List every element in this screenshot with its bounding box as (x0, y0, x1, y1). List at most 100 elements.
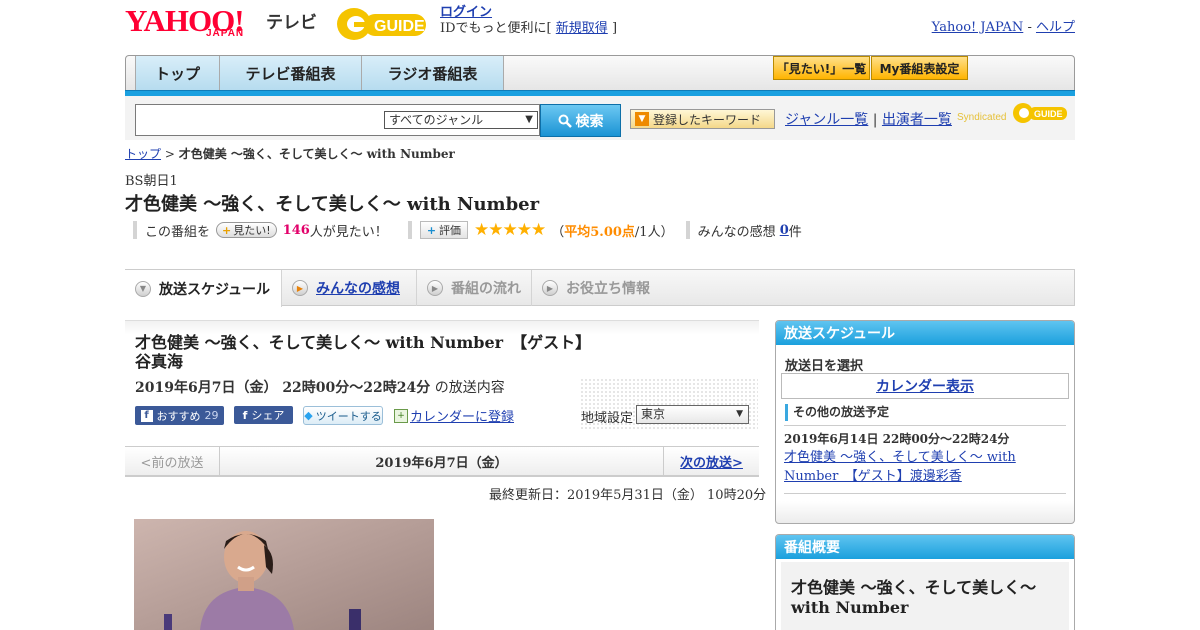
calendar-register[interactable]: + カレンダーに登録 (394, 406, 514, 425)
genre-select-value: すべてのジャンル (389, 113, 484, 127)
g-guide-small-logo: GUIDE (1012, 102, 1068, 124)
login-note-end: ] (611, 21, 618, 36)
reviews-count-link[interactable]: 0 (780, 223, 789, 238)
reviews-label: みんなの感想 (697, 224, 776, 240)
next-broadcast-label: 次の放送> (680, 456, 743, 471)
breadcrumb-separator: > (164, 147, 175, 161)
tab-broadcast-schedule[interactable]: ▼ 放送スケジュール (125, 270, 282, 307)
yahoo-japan-logo-sub: JAPAN (206, 28, 245, 39)
other-broadcast-date: 2019年6月14日 22時00分～22時24分 (784, 432, 1010, 446)
facebook-share-button[interactable]: f シェア (234, 406, 293, 424)
genre-list-link[interactable]: ジャンル一覧 (785, 112, 868, 128)
mitai-button[interactable]: + 見たい! (216, 222, 277, 238)
other-broadcast-link[interactable]: 才色健美 ～強く、そして美しく～ with Number 【ゲスト】渡邊彩香 (784, 448, 1024, 486)
sidebar-schedule-heading: 放送スケジュール (776, 321, 1074, 345)
select-date-label: 放送日を選択 (785, 359, 864, 374)
prev-broadcast-button[interactable]: <前の放送 (125, 447, 220, 476)
other-broadcast-title: 才色健美 ～強く、そして美しく～ with Number 【ゲスト】渡邊彩香 (784, 450, 1016, 484)
this-program-label: この番組を (145, 224, 211, 240)
yahoo-japan-link[interactable]: Yahoo! JAPAN (932, 20, 1024, 35)
breadcrumb-top-link[interactable]: トップ (125, 147, 161, 161)
facebook-count: 29 (204, 409, 219, 422)
facebook-icon: f (242, 408, 248, 422)
facebook-recommend-label: おすすめ (156, 409, 201, 423)
nav-tab-radio-schedule[interactable]: ラジオ番組表 (362, 56, 504, 90)
nav-tab-top[interactable]: トップ (135, 56, 220, 90)
search-icon (558, 114, 572, 128)
facebook-icon: f (140, 409, 153, 422)
tab-label: 番組の流れ (451, 281, 521, 297)
episode-date: 2019年6月7日（金） 22時00分～22時24分 (135, 380, 431, 396)
mitai-suffix: 人が見たい！ (309, 224, 388, 240)
tab-label: お役立ち情報 (566, 281, 650, 297)
breadcrumb: トップ > 才色健美 ～強く、そして美しく～ with Number (125, 145, 455, 162)
tab-reviews[interactable]: ▶ みんなの感想 (282, 270, 417, 306)
syndicated-label: Syndicated (957, 112, 1007, 123)
tweet-button[interactable]: ◆ ツイートする (303, 406, 383, 425)
header-link-separator: - (1027, 20, 1032, 35)
rate-button[interactable]: + 評価 (419, 221, 469, 239)
plus-icon: + (222, 223, 232, 237)
chevron-down-icon: ▼ (525, 114, 533, 125)
g-guide-small-logo-text: GUIDE (1034, 109, 1063, 119)
registered-keywords-label: 登録したキーワード (653, 112, 762, 127)
signup-link[interactable]: 新規取得 (556, 21, 608, 36)
other-broadcasts-heading: その他の放送予定 (785, 404, 889, 421)
dropdown-arrow-icon: ▼ (635, 112, 649, 126)
registered-keywords-button[interactable]: ▼ 登録したキーワード (630, 109, 775, 129)
search-links: ジャンル一覧 | 出演者一覧 (785, 109, 952, 129)
search-button[interactable]: 検索 (540, 104, 621, 137)
tab-label: 放送スケジュール (159, 281, 271, 298)
divider (133, 221, 137, 239)
header-links: Yahoo! JAPAN - ヘルプ (932, 16, 1075, 35)
search-button-label: 検索 (575, 113, 604, 130)
region-select[interactable]: 東京 ▼ (636, 405, 749, 424)
tv-logo-label[interactable]: テレビ (266, 8, 317, 33)
divider (784, 425, 1066, 426)
overview-title: 才色健美 ～強く、そして美しく～ with Number (791, 578, 1037, 617)
sidebar-overview-heading: 番組概要 (776, 535, 1074, 559)
twitter-bird-icon: ◆ (304, 409, 313, 422)
region-select-value: 東京 (641, 407, 666, 421)
chevron-down-icon: ▼ (135, 280, 151, 297)
calendar-icon: + (394, 408, 408, 423)
breadcrumb-current: 才色健美 ～強く、そして美しく～ with Number (178, 147, 455, 161)
nav-tab-tv-schedule[interactable]: テレビ番組表 (220, 56, 362, 90)
my-schedule-button[interactable]: My番組表設定 (871, 56, 968, 80)
episode-date-row: 2019年6月7日（金） 22時00分～22時24分 の放送内容 (135, 377, 505, 397)
g-guide-logo[interactable]: GUIDE (334, 6, 432, 42)
calendar-display-button[interactable]: カレンダー表示 (781, 373, 1069, 399)
calendar-display-label: カレンダー表示 (876, 379, 974, 395)
tweet-label: ツイートする (315, 409, 382, 423)
tab-program-flow[interactable]: ▶ 番組の流れ (417, 270, 532, 306)
rate-button-label: 評価 (439, 224, 462, 237)
login-link[interactable]: ログイン (440, 5, 492, 20)
tab-useful-info[interactable]: ▶ お役立ち情報 (532, 270, 667, 306)
episode-date-suffix: の放送内容 (434, 380, 505, 396)
play-arrow-icon: ▶ (292, 280, 308, 296)
next-broadcast-link[interactable]: 次の放送> (663, 447, 759, 476)
divider (407, 221, 412, 239)
avg-count: /1人） (634, 224, 674, 240)
mitai-list-button[interactable]: 「見たい!」一覧 (773, 56, 870, 80)
pager-current-date: 2019年6月7日（金） (375, 456, 508, 471)
g-guide-logo-text: GUIDE (374, 18, 425, 35)
facebook-recommend-button[interactable]: f おすすめ 29 (135, 406, 224, 425)
episode-photo (134, 519, 434, 630)
cast-list-link[interactable]: 出演者一覧 (882, 112, 952, 128)
rating-row: この番組を + 見たい! 146 人が見たい！ + 評価 ★★★★★ （ 平均5.0… (133, 220, 802, 240)
play-arrow-icon: ▶ (542, 280, 558, 296)
star-rating: ★★★★★ (474, 220, 546, 240)
calendar-register-link[interactable]: カレンダーに登録 (410, 406, 514, 425)
reviews-suffix: 件 (788, 224, 802, 240)
genre-select[interactable]: すべてのジャンル ▼ (384, 111, 538, 129)
link-divider: | (872, 112, 878, 128)
last-updated: 最終更新日：2019年5月31日（金） 10時20分 (489, 488, 767, 503)
episode-title: 才色健美 ～強く、そして美しく～ with Number 【ゲスト】谷真海 (135, 333, 592, 371)
facebook-share-label: シェア (251, 409, 285, 422)
region-label: 地域設定 (581, 411, 634, 426)
login-box: ログイン IDでもっと便利に[ 新規取得 ] (440, 5, 617, 37)
help-link[interactable]: ヘルプ (1036, 20, 1075, 35)
channel-name: BS朝日1 (125, 174, 178, 189)
divider (685, 221, 690, 239)
